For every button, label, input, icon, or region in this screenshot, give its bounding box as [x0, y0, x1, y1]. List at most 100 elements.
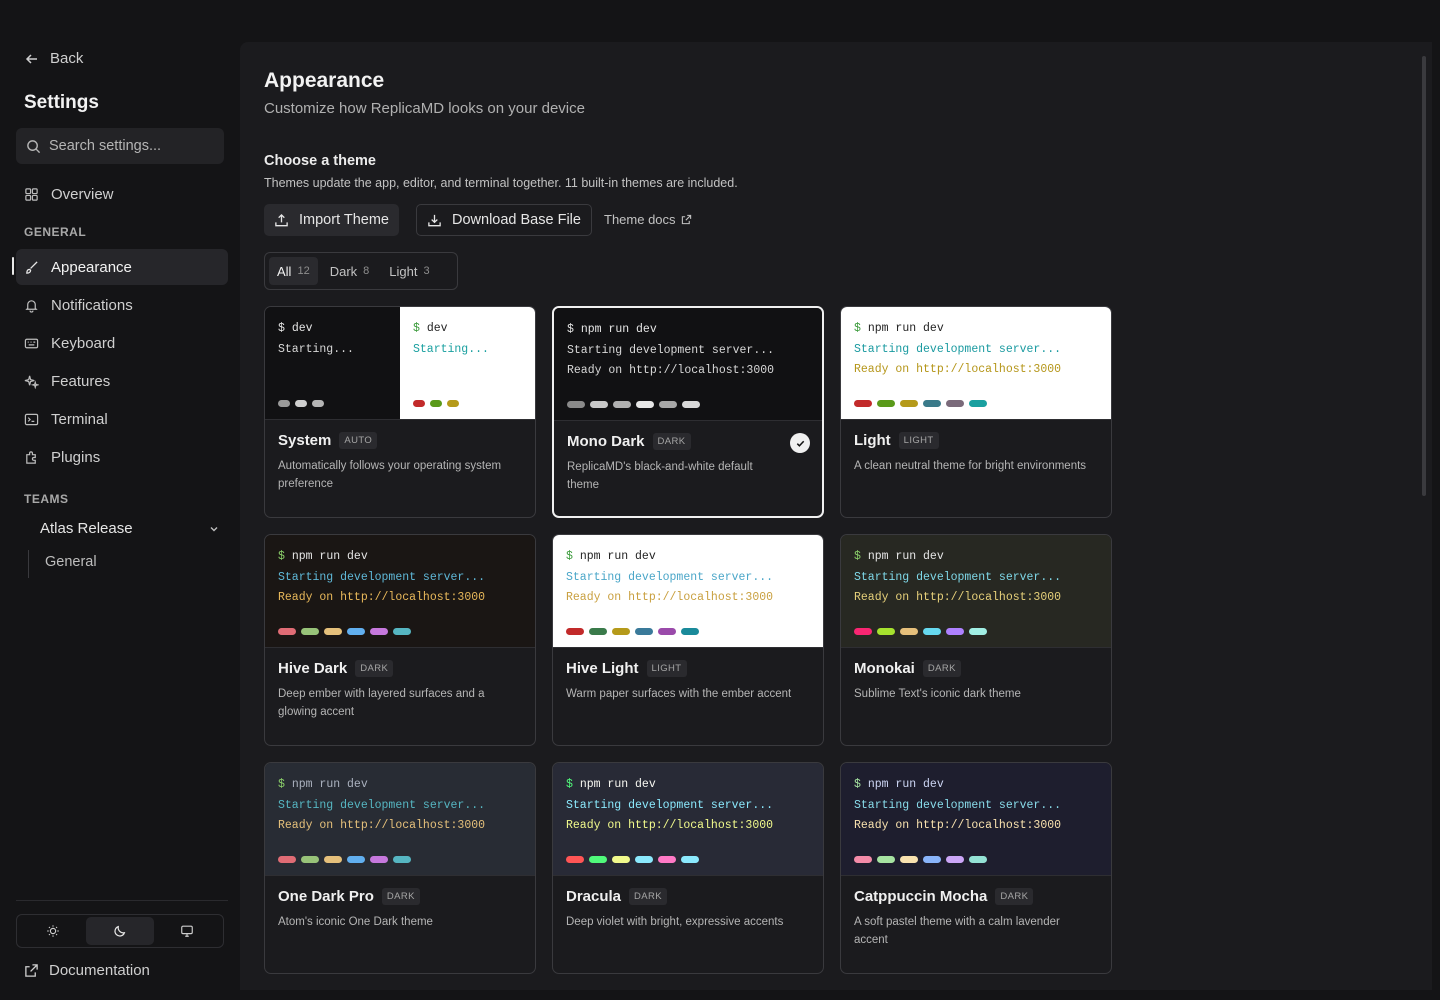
- theme-card-one-dark-pro[interactable]: $ npm run dev Starting development serve…: [264, 762, 536, 974]
- theme-card-hive-dark[interactable]: $ npm run dev Starting development serve…: [264, 534, 536, 746]
- scrollbar[interactable]: [1422, 56, 1426, 496]
- back-button[interactable]: Back: [24, 50, 83, 67]
- theme-card-light[interactable]: $ npm run dev Starting development serve…: [840, 306, 1112, 518]
- team-sub-general[interactable]: General: [45, 554, 97, 570]
- theme-card-mono-dark[interactable]: $ npm run dev Starting development serve…: [552, 306, 824, 518]
- system-mode-button[interactable]: [154, 917, 221, 945]
- swatch: [854, 400, 872, 407]
- filter-tab-dark[interactable]: Dark 8: [322, 257, 378, 285]
- swatch: [900, 400, 918, 407]
- swatch: [347, 856, 365, 863]
- filter-tab-all[interactable]: All 12: [269, 257, 318, 285]
- sidebar-item-terminal[interactable]: Terminal: [16, 401, 228, 437]
- preview-cmd: npm run dev: [579, 778, 656, 791]
- sidebar-item-label: Notifications: [51, 296, 133, 314]
- download-icon: [428, 214, 441, 226]
- preview-light-half: $ dev Starting...: [400, 307, 535, 419]
- preview-cmd: npm run dev: [867, 550, 944, 563]
- theme-name: Monokai: [854, 660, 915, 677]
- theme-name: Light: [854, 432, 891, 449]
- download-base-file-button[interactable]: Download Base File: [416, 204, 592, 236]
- documentation-link[interactable]: Documentation: [24, 962, 150, 979]
- preview-cmd: npm run dev: [579, 550, 656, 563]
- theme-info: Mono Dark DARK ReplicaMD's black-and-whit…: [554, 421, 822, 506]
- swatch: [278, 400, 290, 407]
- dark-mode-button[interactable]: [86, 917, 154, 945]
- theme-grid: $ dev Starting... $ dev Starting... Syst…: [264, 306, 1112, 974]
- arrow-left-icon: [25, 53, 37, 64]
- theme-name: Hive Dark: [278, 660, 348, 677]
- theme-card-system[interactable]: $ dev Starting... $ dev Starting... Syst…: [264, 306, 536, 518]
- theme-name-row: Mono Dark DARK: [567, 433, 809, 450]
- external-link-icon: [681, 214, 691, 225]
- color-mode-switch: [16, 914, 224, 948]
- theme-badge: DARK: [922, 660, 961, 677]
- theme-preview: $ npm run dev Starting development serve…: [265, 535, 535, 648]
- preview-line: Starting development server...: [566, 798, 774, 812]
- team-atlas-release[interactable]: Atlas Release: [40, 520, 220, 537]
- preview-cmd: npm run dev: [867, 778, 944, 791]
- sidebar-item-plugins[interactable]: Plugins: [16, 439, 228, 475]
- sparkles-icon: [24, 375, 39, 389]
- search-box[interactable]: [16, 128, 224, 164]
- swatch: [681, 628, 699, 635]
- upload-icon: [275, 213, 288, 226]
- swatch: [877, 400, 895, 407]
- tree-line: [28, 550, 29, 578]
- docs-label: Documentation: [49, 962, 150, 979]
- preview-line: Starting...: [278, 342, 354, 356]
- theme-description: Warm paper surfaces with the ember accen…: [566, 688, 792, 700]
- theme-description: A clean neutral theme for bright environ…: [854, 460, 1087, 472]
- light-mode-button[interactable]: [19, 917, 86, 945]
- theme-card-dracula[interactable]: $ npm run dev Starting development serve…: [552, 762, 824, 974]
- theme-docs-link[interactable]: Theme docs: [604, 212, 692, 227]
- chevron-down-icon: [210, 526, 218, 531]
- import-label: Import Theme: [299, 212, 389, 228]
- swatch: [567, 401, 585, 408]
- swatch: [612, 856, 630, 863]
- theme-name: Hive Light: [566, 660, 639, 677]
- external-link-icon: [25, 964, 38, 977]
- swatch: [923, 400, 941, 407]
- theme-name: Mono Dark: [567, 433, 645, 450]
- sidebar-item-overview[interactable]: Overview: [16, 176, 228, 212]
- theme-name-row: Dracula DARK: [566, 888, 810, 905]
- swatch: [659, 401, 677, 408]
- preview-line: Ready on http://localhost:3000: [278, 591, 486, 604]
- swatch: [658, 856, 676, 863]
- theme-card-catppuccin-mocha[interactable]: $ npm run dev Starting development serve…: [840, 762, 1112, 974]
- sidebar-item-notifications[interactable]: Notifications: [16, 287, 228, 323]
- preview-line: Ready on http://localhost:3000: [567, 364, 775, 377]
- main-panel: Appearance Customize how ReplicaMD looks…: [240, 42, 1432, 990]
- preview-cmd-line: $ npm run dev: [854, 322, 944, 335]
- import-theme-button[interactable]: Import Theme: [264, 204, 399, 236]
- theme-info: Hive Dark DARK Deep ember with layered su…: [265, 648, 535, 733]
- selected-check-icon: [790, 433, 810, 453]
- theme-name-row: System AUTO: [278, 432, 522, 449]
- swatch: [430, 400, 442, 407]
- swatch: [854, 628, 872, 635]
- theme-badge: DARK: [381, 888, 420, 905]
- sidebar-item-label: Features: [51, 372, 111, 390]
- swatch: [923, 628, 941, 635]
- sidebar-item-label: Keyboard: [51, 334, 116, 352]
- theme-name: Catppuccin Mocha: [854, 888, 988, 905]
- theme-info: Hive Light LIGHT Warm paper surfaces with…: [553, 648, 823, 715]
- color-swatches: [854, 628, 987, 635]
- theme-card-hive-light[interactable]: $ npm run dev Starting development serve…: [552, 534, 824, 746]
- sidebar-item-features[interactable]: Features: [16, 363, 228, 399]
- filter-tab-light[interactable]: Light 3: [381, 257, 437, 285]
- sidebar-item-label: Terminal: [51, 410, 108, 428]
- sidebar-item-label: Appearance: [51, 258, 132, 276]
- theme-name-row: Light LIGHT: [854, 432, 1098, 449]
- swatch: [946, 400, 964, 407]
- preview-line: Ready on http://localhost:3000: [278, 819, 486, 832]
- swatch: [324, 856, 342, 863]
- swatch: [312, 400, 324, 407]
- search-input[interactable]: [49, 138, 209, 154]
- swatch: [682, 401, 700, 408]
- theme-info: Catppuccin Mocha DARK A soft pastel theme…: [841, 876, 1111, 961]
- theme-card-monokai[interactable]: $ npm run dev Starting development serve…: [840, 534, 1112, 746]
- sidebar-item-appearance[interactable]: Appearance: [16, 249, 228, 285]
- sidebar-item-keyboard[interactable]: Keyboard: [16, 325, 228, 361]
